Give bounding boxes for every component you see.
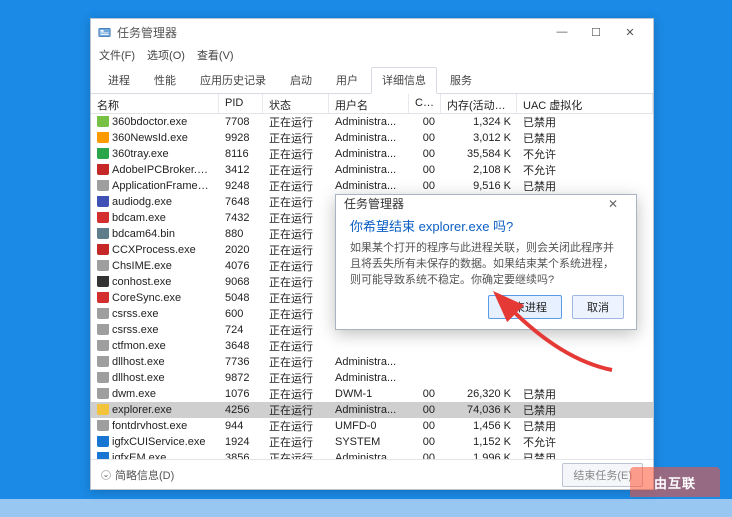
dialog-buttons: 结束进程 取消 xyxy=(336,289,636,329)
table-row[interactable]: AdobeIPCBroker.exe3412正在运行Administra...0… xyxy=(91,162,653,178)
tab-4[interactable]: 用户 xyxy=(325,67,369,93)
table-row[interactable]: 360NewsId.exe9928正在运行Administra...003,01… xyxy=(91,130,653,146)
menu-view[interactable]: 查看(V) xyxy=(197,47,234,63)
table-row[interactable]: igfxEM.exe3856正在运行Administra...001,996 K… xyxy=(91,450,653,459)
col-cpu[interactable]: CPU xyxy=(409,94,441,113)
tabs: 进程性能应用历史记录启动用户详细信息服务 xyxy=(91,67,653,94)
watermark: 由互联 xyxy=(630,467,720,497)
col-pid[interactable]: PID xyxy=(219,94,263,113)
dialog-close-button[interactable]: ✕ xyxy=(598,197,628,211)
table-row[interactable]: explorer.exe4256正在运行Administra...0074,03… xyxy=(91,402,653,418)
col-uac[interactable]: UAC 虚拟化 xyxy=(517,94,653,113)
tab-6[interactable]: 服务 xyxy=(439,67,483,93)
table-row[interactable]: igfxCUIService.exe1924正在运行SYSTEM001,152 … xyxy=(91,434,653,450)
table-row[interactable]: dllhost.exe7736正在运行Administra... xyxy=(91,354,653,370)
brief-info-toggle[interactable]: ⌄ 简略信息(D) xyxy=(101,467,174,483)
col-status[interactable]: 状态 xyxy=(263,94,329,113)
dialog-cancel-button[interactable]: 取消 xyxy=(572,295,624,319)
col-mem[interactable]: 内存(活动的... xyxy=(441,94,517,113)
menu-options[interactable]: 选项(O) xyxy=(147,47,185,63)
column-headers: 名称 PID 状态 用户名 CPU 内存(活动的... UAC 虚拟化 xyxy=(91,94,653,114)
dialog-question: 你希望结束 explorer.exe 吗? xyxy=(350,216,622,235)
chevron-down-icon: ⌄ xyxy=(101,470,111,480)
tab-5[interactable]: 详细信息 xyxy=(371,67,437,94)
window-controls: — ☐ ✕ xyxy=(545,21,647,43)
tab-1[interactable]: 性能 xyxy=(143,67,187,93)
minimize-button[interactable]: — xyxy=(545,21,579,43)
table-row[interactable]: 360bdoctor.exe7708正在运行Administra...001,3… xyxy=(91,114,653,130)
close-button[interactable]: ✕ xyxy=(613,21,647,43)
footer: ⌄ 简略信息(D) 结束任务(E) xyxy=(91,459,653,489)
window-title: 任务管理器 xyxy=(117,24,545,41)
tab-3[interactable]: 启动 xyxy=(279,67,323,93)
dialog-ok-button[interactable]: 结束进程 xyxy=(488,295,562,319)
tab-0[interactable]: 进程 xyxy=(97,67,141,93)
col-name[interactable]: 名称 xyxy=(91,94,219,113)
table-row[interactable]: dllhost.exe9872正在运行Administra... xyxy=(91,370,653,386)
brief-info-label: 简略信息(D) xyxy=(115,467,174,483)
table-row[interactable]: fontdrvhost.exe944正在运行UMFD-0001,456 K已禁用 xyxy=(91,418,653,434)
dialog-title: 任务管理器 xyxy=(344,195,598,212)
tab-2[interactable]: 应用历史记录 xyxy=(189,67,277,93)
table-row[interactable]: dwm.exe1076正在运行DWM-10026,320 K已禁用 xyxy=(91,386,653,402)
desktop-taskbar xyxy=(0,499,732,517)
maximize-button[interactable]: ☐ xyxy=(579,21,613,43)
table-row[interactable]: 360tray.exe8116正在运行Administra...0035,584… xyxy=(91,146,653,162)
app-icon xyxy=(97,25,111,39)
menu-file[interactable]: 文件(F) xyxy=(99,47,135,63)
dialog-titlebar: 任务管理器 ✕ xyxy=(336,195,636,212)
table-row[interactable]: ApplicationFrameH...9248正在运行Administra..… xyxy=(91,178,653,194)
col-user[interactable]: 用户名 xyxy=(329,94,409,113)
titlebar: 任务管理器 — ☐ ✕ xyxy=(91,19,653,45)
confirm-dialog: 任务管理器 ✕ 你希望结束 explorer.exe 吗? 如果某个打开的程序与… xyxy=(335,194,637,330)
table-row[interactable]: ctfmon.exe3648正在运行 xyxy=(91,338,653,354)
dialog-message: 如果某个打开的程序与此进程关联，则会关闭此程序并且将丢失所有未保存的数据。如果结… xyxy=(350,241,622,289)
dialog-body: 你希望结束 explorer.exe 吗? 如果某个打开的程序与此进程关联，则会… xyxy=(336,212,636,289)
menubar: 文件(F) 选项(O) 查看(V) xyxy=(91,45,653,65)
